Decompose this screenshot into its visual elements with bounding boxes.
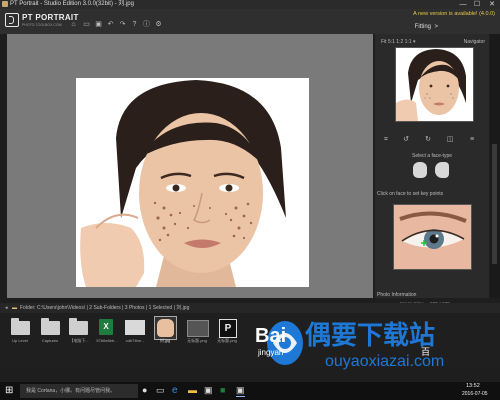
site-watermark: 偶要下载站 ouyaoxiazai.com Bai jingyan 百 [255,315,500,385]
thumb-label: 无标题.png [217,338,237,343]
window-title: PT Portrait - Studio Edition 3.0.0(32bit… [10,1,134,7]
portrait-photo[interactable] [76,78,309,287]
thumb-label: 【电脑下... [69,338,89,343]
undo-icon[interactable]: ↶ [106,20,115,29]
baidu-tail-text: 百 [421,347,431,357]
rotate-left-icon[interactable]: ↺ [401,135,411,145]
close-button[interactable]: ✕ [485,0,499,9]
windows-taskbar: ⊞ 我是 Cortana，小娜。有问题尽管问我。 ● ▭ e ▬ ▣ ■ ▣ 1… [0,382,500,400]
thumb-up-level[interactable] [10,316,31,338]
next-step-arrow[interactable]: > [434,24,438,30]
app-icon-green[interactable]: ■ [220,385,225,395]
open-icon[interactable]: ▭ [82,20,91,29]
watermark-title: 偶要下载站 [305,321,436,351]
maximize-button[interactable]: ☐ [470,0,484,9]
thumb-file-5[interactable] [186,316,209,338]
fitting-step-label: Fitting [414,24,431,30]
crop-icon[interactable]: ⌗ [381,135,391,145]
image-canvas[interactable] [7,34,373,298]
pt-file-icon: P [219,319,237,338]
portrait-thumb-icon [157,319,174,337]
logo-subtitle: PHOTO-TOOLBOX.COM [22,23,62,27]
taskbar-time: 13:52 [466,383,480,389]
minimize-button[interactable]: — [456,0,470,9]
mic-icon[interactable]: ● [142,385,147,395]
pt-portrait-taskbar-icon[interactable]: ▣ [236,385,245,397]
folder-bar: ◂ ▬ Folder: C:\Users\john\Videos\ | 2 Su… [0,303,500,313]
thumb-selected-photo[interactable] [154,316,177,340]
home-icon[interactable]: ⌂ [69,20,78,29]
info-icon[interactable]: ⓘ [142,20,151,29]
logo-mark-icon [5,13,19,27]
thumb-label: cdb74be... [125,338,145,343]
settings-icon[interactable]: ⚙ [154,20,163,29]
baidu-logo-text: Bai [255,325,287,347]
thumb-label: Captures [41,338,59,343]
thumb-captures[interactable] [40,316,61,338]
thumb-file-2[interactable]: X [96,316,117,338]
cortana-placeholder: 我是 Cortana，小娜。有问题尽管问我。 [26,388,116,394]
thumb-label: 刘.jpg [159,338,171,343]
eye-zoom-view[interactable] [393,204,472,270]
thumb-file-3[interactable] [124,316,145,338]
help-icon[interactable]: ? [130,20,139,29]
baidu-sub-text: jingyan [258,348,284,357]
store-icon[interactable]: ▣ [204,385,213,396]
face-type-profile-button[interactable] [435,162,449,178]
app-header: PT PORTRAIT PHOTO-TOOLBOX.COM ⌂ ▭ ▣ ↶ ↷ … [0,9,500,34]
new-version-link[interactable]: A new version is available! (4.0.0) [413,11,495,17]
right-panel: Fit 5:1 1:2 1:1 ▾ Navigator ⌗ ↺ ↻ ◫ ≡ Se… [375,34,489,298]
folder-path: Folder: C:\Users\john\Videos\ | 2 Sub-Fo… [20,305,190,311]
compare-icon[interactable]: ◫ [445,135,455,145]
thumb-file-6[interactable]: P [216,316,237,338]
face-type-label: Select a face-type [411,153,453,159]
image-thumb-icon [187,320,209,337]
thumb-label: 无标题.png [187,338,207,343]
folder-icon: ▬ [12,305,17,311]
key-points-label: Click on face to set key points [377,191,444,197]
rotate-right-icon[interactable]: ↻ [423,135,433,145]
panel-scrollbar[interactable] [490,34,500,298]
task-view-icon[interactable]: ▭ [156,385,165,396]
layers-icon[interactable]: ≡ [467,135,477,145]
back-arrow-icon[interactable]: ◂ [5,303,8,313]
face-type-frontal-button[interactable] [413,162,427,178]
captures-folder-icon [41,318,60,335]
navigator-thumbnail[interactable] [395,47,474,122]
panel-toolbar: ⌗ ↺ ↻ ◫ ≡ [375,135,489,147]
taskbar-date: 2016-07-05 [462,391,488,397]
thumb-file-1[interactable] [68,316,89,338]
explorer-icon[interactable]: ▬ [188,385,197,395]
thumb-label: 57b6e8eb... [96,338,118,343]
image-thumb-icon [125,320,145,335]
thumb-label: Up Level [12,338,28,343]
edge-icon[interactable]: e [172,385,178,396]
navigator-header: Fit 5:1 1:2 1:1 ▾ Navigator [375,38,489,47]
zoom-options[interactable]: Fit 5:1 1:2 1:1 ▾ [381,39,415,45]
up-level-folder-icon [11,318,30,335]
scrollbar-thumb[interactable] [492,144,497,264]
windows-start-icon[interactable]: ⊞ [5,385,13,396]
file-folder-icon [69,318,88,335]
redo-icon[interactable]: ↷ [118,20,127,29]
excel-icon: X [99,319,113,335]
title-bar: PT Portrait - Studio Edition 3.0.0(32bit… [0,0,500,9]
cortana-search-box[interactable]: 我是 Cortana，小娜。有问题尽管问我。 [20,384,138,398]
save-icon[interactable]: ▣ [94,20,103,29]
app-icon [2,1,8,7]
navigator-title[interactable]: Navigator [464,39,485,45]
photo-info-heading: Photo Information [377,292,417,298]
